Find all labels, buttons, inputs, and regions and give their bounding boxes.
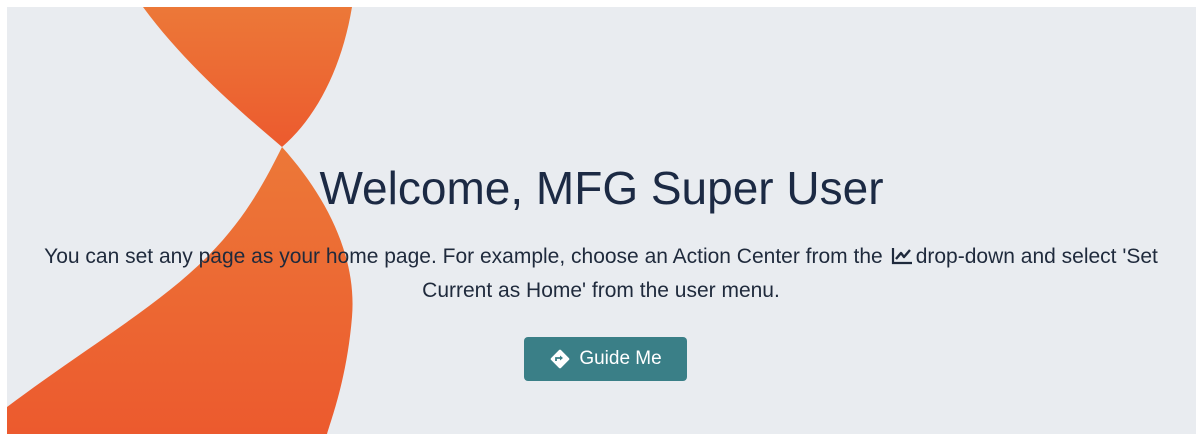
description-text-part1: You can set any page as your home page. … bbox=[44, 245, 883, 268]
guide-me-label: Guide Me bbox=[579, 348, 662, 369]
page-title: Welcome, MFG Super User bbox=[319, 162, 884, 214]
line-chart-icon bbox=[891, 248, 912, 265]
welcome-description: You can set any page as your home page. … bbox=[36, 240, 1166, 308]
guide-me-button[interactable]: Guide Me bbox=[524, 337, 687, 381]
directions-icon bbox=[551, 349, 570, 369]
